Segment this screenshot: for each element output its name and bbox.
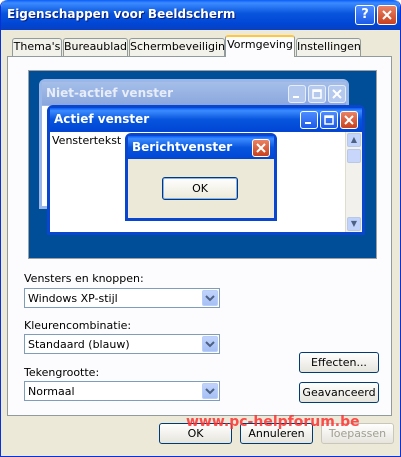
message-close-icon [252, 139, 270, 157]
watermark: www.pc-helpforum.be [186, 414, 360, 430]
preview-scrollbar: ▲ ▼ [345, 132, 362, 232]
tab-settings[interactable]: Instellingen [296, 38, 361, 56]
close-icon [340, 111, 358, 129]
chevron-down-icon[interactable] [202, 290, 218, 306]
message-titlebar: Berichtvenster [128, 136, 274, 159]
tab-screensaver[interactable]: Schermbeveiliging [129, 38, 232, 56]
close-icon [382, 10, 392, 20]
inactive-maximize-icon [308, 85, 326, 103]
color-scheme-select[interactable]: Standaard (blauw) [24, 334, 220, 354]
minimize-icon [300, 111, 318, 129]
inactive-window-title: Niet-actief venster [46, 86, 174, 100]
advanced-button[interactable]: Geavanceerd [299, 382, 379, 403]
font-size-label: Tekengrootte: [24, 366, 100, 379]
message-window-body: OK [128, 159, 274, 218]
windows-buttons-value: Windows XP-stijl [28, 292, 118, 305]
effects-button[interactable]: Effecten... [299, 352, 379, 373]
font-size-value: Normaal [28, 385, 75, 398]
display-properties-dialog: Eigenschappen voor Beeldscherm ? Thema's… [0, 0, 401, 457]
tab-appearance[interactable]: Vormgeving [225, 35, 295, 57]
scroll-thumb [347, 149, 361, 163]
close-button[interactable] [377, 5, 397, 25]
help-button[interactable]: ? [355, 5, 375, 25]
windows-buttons-select[interactable]: Windows XP-stijl [24, 288, 220, 308]
message-window-title: Berichtvenster [132, 140, 233, 154]
tab-themes[interactable]: Thema's [12, 38, 62, 56]
scroll-down-icon: ▼ [347, 217, 361, 231]
appearance-preview: Niet-actief venster Actief venster Venst… [28, 70, 377, 259]
title-bar[interactable]: Eigenschappen voor Beeldscherm ? [1, 0, 400, 30]
scroll-up-icon: ▲ [347, 133, 361, 147]
chevron-down-icon[interactable] [202, 383, 218, 399]
color-scheme-value: Standaard (blauw) [28, 338, 130, 351]
maximize-icon [320, 111, 338, 129]
preview-ok-button: OK [162, 177, 238, 200]
inactive-close-icon [328, 85, 346, 103]
window-text: Venstertekst [52, 134, 122, 147]
preview-message-window: Berichtvenster OK [125, 133, 277, 221]
inactive-titlebar: Niet-actief venster [42, 82, 346, 105]
active-window-title: Actief venster [54, 112, 150, 126]
chevron-down-icon[interactable] [202, 336, 218, 352]
windows-buttons-label: Vensters en knoppen: [24, 272, 144, 285]
tab-desktop[interactable]: Bureaublad [63, 38, 128, 56]
font-size-select[interactable]: Normaal [24, 381, 220, 401]
color-scheme-label: Kleurencombinatie: [24, 319, 132, 332]
window-title: Eigenschappen voor Beeldscherm [7, 7, 236, 21]
active-titlebar: Actief venster [50, 108, 362, 131]
inactive-minimize-icon [288, 85, 306, 103]
